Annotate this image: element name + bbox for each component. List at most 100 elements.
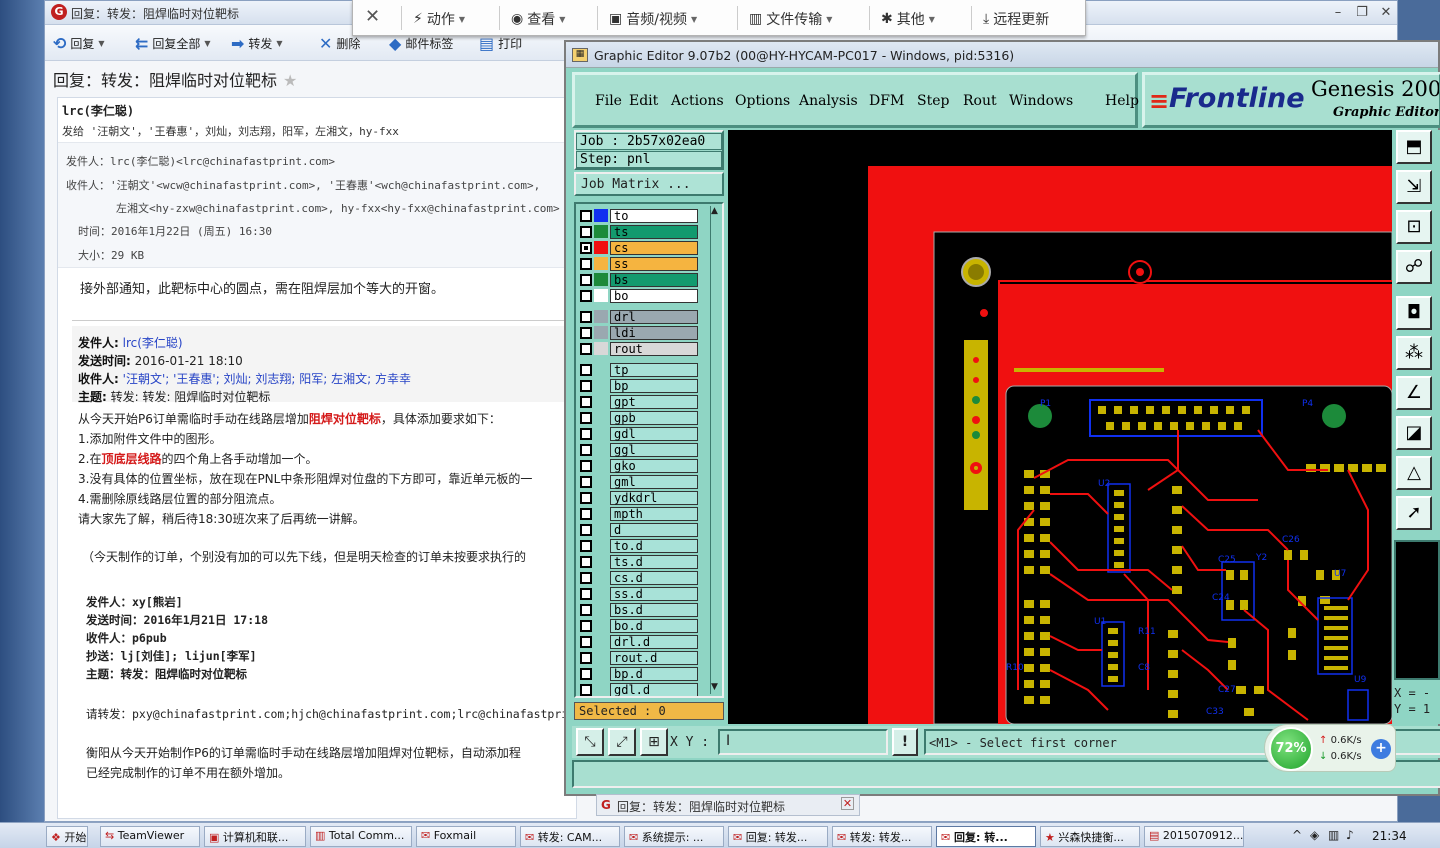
add-icon[interactable]: +: [1371, 739, 1391, 759]
layer-name[interactable]: rout.d: [610, 650, 698, 665]
layer-name[interactable]: bo: [610, 288, 698, 303]
layer-name[interactable]: d: [610, 522, 698, 537]
info-icon[interactable]: !: [892, 728, 918, 756]
scroll-up-icon[interactable]: ▲: [711, 206, 718, 216]
layer-name[interactable]: gpt: [610, 394, 698, 409]
layer-row-gpb[interactable]: gpb: [580, 410, 698, 425]
sender-name[interactable]: lrc(李仁聪): [62, 102, 134, 119]
layer-row-gpt[interactable]: gpt: [580, 394, 698, 409]
layer-scrollbar[interactable]: ▲ ▼: [710, 206, 722, 694]
toolbar-print-button[interactable]: ▤ 打印: [479, 34, 522, 53]
layer-checkbox[interactable]: [580, 667, 592, 680]
layer-checkbox[interactable]: [580, 257, 592, 270]
layer-name[interactable]: ts.d: [610, 554, 698, 569]
layer-row-bp[interactable]: bp: [580, 378, 698, 393]
drc-icon[interactable]: △: [1396, 456, 1432, 490]
menu-actions[interactable]: Actions: [671, 93, 724, 109]
remote-download-menu[interactable]: ⤓ 远程更新: [983, 9, 1049, 29]
layer-row-ldi[interactable]: ldi: [580, 325, 698, 340]
layer-checkbox[interactable]: [580, 241, 592, 254]
layer-name[interactable]: bo.d: [610, 618, 698, 633]
chevron-down-icon[interactable]: ▼: [98, 39, 104, 48]
layer-row-d[interactable]: d: [580, 522, 698, 537]
layer-name[interactable]: bp: [610, 378, 698, 393]
layer-checkbox[interactable]: [580, 635, 592, 648]
connect-icon[interactable]: ⁂: [1396, 336, 1432, 370]
home-view-icon[interactable]: ⬒: [1396, 130, 1432, 164]
layer-name[interactable]: tp: [610, 362, 698, 377]
layer-name[interactable]: bs: [610, 272, 698, 287]
grid-icon[interactable]: ⊞: [640, 728, 668, 756]
layer-checkbox[interactable]: [580, 379, 592, 392]
layer-checkbox[interactable]: [580, 587, 592, 600]
menu-file[interactable]: File: [595, 93, 622, 109]
layer-name[interactable]: gpb: [610, 410, 698, 425]
layer-checkbox[interactable]: [580, 209, 592, 222]
menu-edit[interactable]: Edit: [629, 93, 658, 109]
layer-name[interactable]: drl: [610, 309, 698, 324]
layer-row-ss[interactable]: ss: [580, 256, 698, 271]
layer-checkbox[interactable]: [580, 523, 592, 536]
menu-windows[interactable]: Windows: [1009, 93, 1073, 109]
layer-row-to.d[interactable]: to.d: [580, 538, 698, 553]
taskbar-item-computer[interactable]: ▣ 计算机和联...: [204, 826, 306, 847]
layer-checkbox[interactable]: [580, 683, 592, 696]
layer-checkbox[interactable]: [580, 225, 592, 238]
layer-row-mpth[interactable]: mpth: [580, 506, 698, 521]
taskbar-item-mail[interactable]: ✉ 回复: 转发...: [728, 826, 828, 847]
layer-checkbox[interactable]: [580, 411, 592, 424]
layer-row-bo[interactable]: bo: [580, 288, 698, 303]
taskbar-item-teamviewer[interactable]: ⇆ TeamViewer: [100, 826, 200, 847]
layer-row-gko[interactable]: gko: [580, 458, 698, 473]
menu-analysis[interactable]: Analysis: [799, 93, 858, 109]
layer-row-bo.d[interactable]: bo.d: [580, 618, 698, 633]
q1-from-link[interactable]: lrc(李仁聪): [123, 336, 183, 350]
layer-checkbox[interactable]: [580, 507, 592, 520]
toolbar-reply-button[interactable]: ⟲ 回复 ▼: [53, 34, 105, 53]
layer-name[interactable]: ts: [610, 224, 698, 239]
layer-row-ts.d[interactable]: ts.d: [580, 554, 698, 569]
menu-dfm[interactable]: DFM: [869, 93, 904, 109]
layer-row-drl.d[interactable]: drl.d: [580, 634, 698, 649]
layer-row-ydkdrl[interactable]: ydkdrl: [580, 490, 698, 505]
remote-file-menu[interactable]: ▥ 文件传输 ▼: [749, 9, 832, 29]
select-pointer-icon[interactable]: ➚: [1396, 496, 1432, 530]
speaker-icon[interactable]: ♪: [1346, 828, 1354, 842]
remote-eye-menu[interactable]: ◉ 查看 ▼: [511, 9, 565, 29]
star-icon[interactable]: ★: [283, 71, 297, 90]
layer-name[interactable]: bs.d: [610, 602, 698, 617]
zoom-fit-icon[interactable]: ⊡: [1396, 210, 1432, 244]
layer-row-ts[interactable]: ts: [580, 224, 698, 239]
layer-checkbox[interactable]: [580, 326, 592, 339]
layer-name[interactable]: rout: [610, 341, 698, 356]
layer-checkbox[interactable]: [580, 443, 592, 456]
layer-row-cs.d[interactable]: cs.d: [580, 570, 698, 585]
toolbar-reply-all-button[interactable]: ⇇ 回复全部 ▼: [135, 34, 211, 53]
layer-row-gml[interactable]: gml: [580, 474, 698, 489]
layer-row-bs.d[interactable]: bs.d: [580, 602, 698, 617]
taskbar-item-mail[interactable]: ✉ 系统提示: ...: [624, 826, 724, 847]
layer-row-cs[interactable]: cs: [580, 240, 698, 255]
layer-checkbox[interactable]: [580, 342, 592, 355]
layer-checkbox[interactable]: [580, 289, 592, 302]
graphic-canvas[interactable]: P1 P4 U2 U1 U7 U9 Y2 C25 C26 C24 C27 C33 C8 R11 R10: [728, 130, 1392, 724]
layer-name[interactable]: mpth: [610, 506, 698, 521]
menu-help[interactable]: Help: [1105, 93, 1139, 109]
layer-checkbox[interactable]: [580, 539, 592, 552]
layer-checkbox[interactable]: [580, 491, 592, 504]
layer-name[interactable]: gml: [610, 474, 698, 489]
chevron-down-icon[interactable]: ▼: [276, 39, 282, 48]
layer-name[interactable]: drl.d: [610, 634, 698, 649]
layer-checkbox[interactable]: [580, 619, 592, 632]
layer-name[interactable]: ggl: [610, 442, 698, 457]
layer-checkbox[interactable]: [580, 651, 592, 664]
measure-icon[interactable]: ∠: [1396, 376, 1432, 410]
remote-bolt-menu[interactable]: ⚡ 动作 ▼: [413, 9, 465, 29]
snap-icon[interactable]: ◘: [1396, 296, 1432, 330]
layer-row-bp.d[interactable]: bp.d: [580, 666, 698, 681]
minimize-icon[interactable]: –: [1327, 4, 1349, 21]
chevron-up-icon[interactable]: ^: [1292, 828, 1302, 842]
toolbar-tag-button[interactable]: ◆ 邮件标签: [389, 34, 453, 53]
mail-tab[interactable]: G 回复：转发：阻焊临时对位靶标 ✕: [596, 794, 860, 816]
xy-input[interactable]: I: [718, 729, 888, 755]
